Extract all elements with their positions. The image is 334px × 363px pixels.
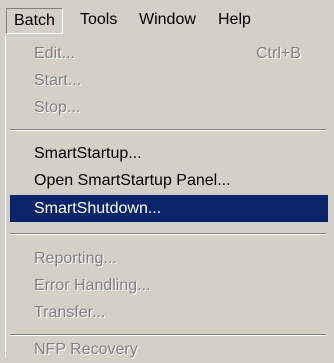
menu-item-smartstartup[interactable]: SmartStartup... [6, 140, 328, 167]
menu-item-shortcut: Ctrl+B [256, 45, 301, 62]
menu-item-error-handling[interactable]: Error Handling... [6, 272, 328, 299]
menu-separator [10, 129, 326, 131]
menu-item-label: SmartStartup... [34, 145, 142, 162]
menu-item-transfer[interactable]: Transfer... [6, 299, 328, 326]
menu-item-label: Reporting... [34, 250, 117, 267]
menu-item-reporting[interactable]: Reporting... [6, 245, 328, 272]
menu-item-open-smartstartup-panel[interactable]: Open SmartStartup Panel... [6, 167, 328, 194]
menu-help[interactable]: Help [211, 8, 258, 34]
menu-separator [10, 233, 326, 235]
menu-item-label: Transfer... [34, 304, 106, 321]
menu-item-label: Stop... [34, 99, 81, 116]
menu-item-label: Error Handling... [34, 277, 151, 294]
menu-item-label: Edit... [34, 45, 75, 62]
menu-item-label: Open SmartStartup Panel... [34, 172, 231, 189]
menu-tools[interactable]: Tools [73, 8, 124, 34]
menu-item-smartshutdown[interactable]: SmartShutdown... [10, 195, 328, 222]
menu-item-edit[interactable]: Edit... Ctrl+B [6, 40, 328, 67]
menu-bar: Batch Tools Window Help [0, 0, 334, 36]
batch-dropdown-menu: Edit... Ctrl+B Start... Stop... SmartSta… [5, 36, 334, 358]
menu-item-stop[interactable]: Stop... [6, 94, 328, 121]
menu-batch[interactable]: Batch [6, 8, 63, 34]
menu-item-label: NFP Recovery [34, 341, 138, 358]
menu-window[interactable]: Window [132, 8, 203, 34]
menu-item-label: SmartShutdown... [34, 200, 162, 217]
menu-item-start[interactable]: Start... [6, 67, 328, 94]
menu-item-nfp-recovery[interactable]: NFP Recovery [6, 336, 328, 363]
menu-item-label: Start... [34, 72, 82, 89]
